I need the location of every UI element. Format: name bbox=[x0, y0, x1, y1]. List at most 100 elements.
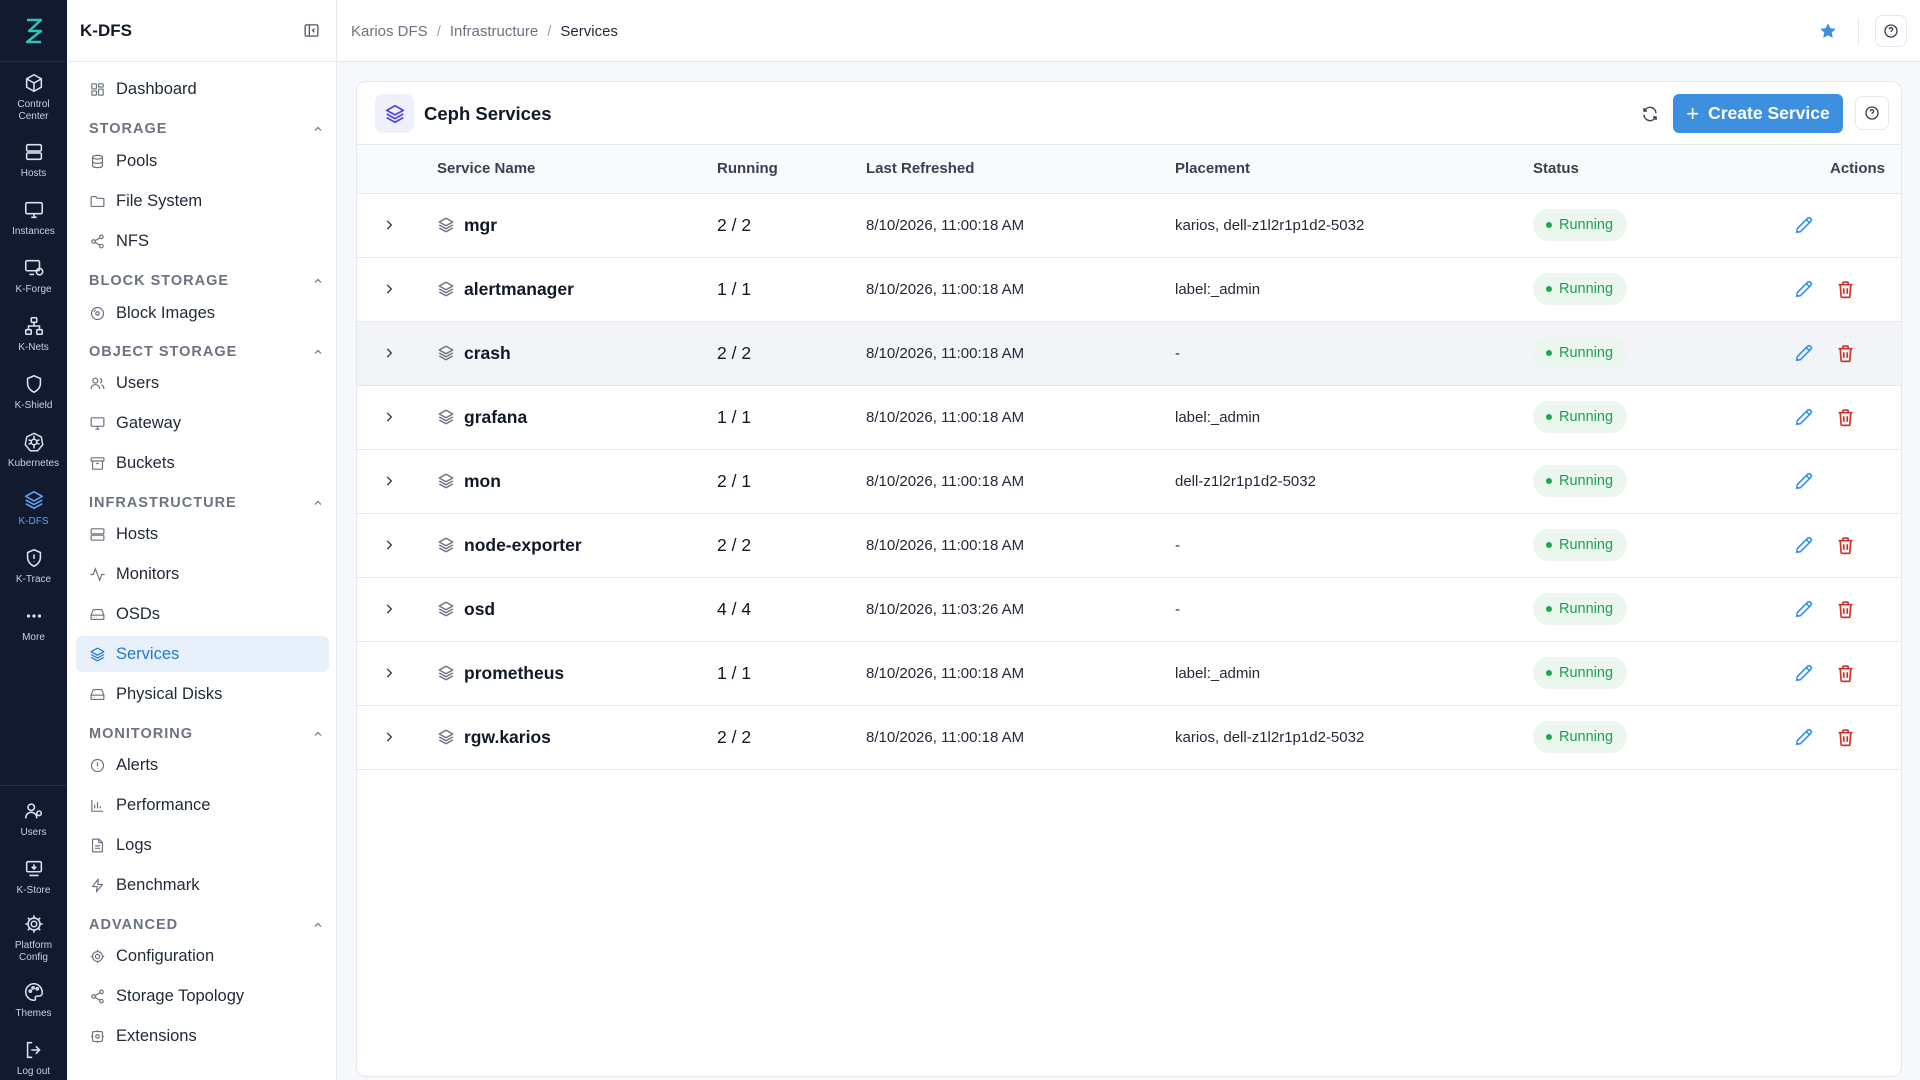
sidebar-item-gateway[interactable]: Gateway bbox=[76, 405, 329, 441]
collapse-sidebar-button[interactable] bbox=[298, 18, 324, 44]
table-row[interactable]: alertmanager 1 / 1 8/10/2026, 11:00:18 AM l… bbox=[357, 257, 1901, 321]
table-row[interactable]: mon 2 / 1 8/10/2026, 11:00:18 AM dell-z1l2r… bbox=[357, 449, 1901, 513]
rail-item-k-store[interactable]: K-Store bbox=[0, 858, 67, 897]
table-row[interactable]: prometheus 1 / 1 8/10/2026, 11:00:18 AM lab… bbox=[357, 641, 1901, 705]
edit-button[interactable] bbox=[1791, 276, 1817, 302]
rail-item-k-forge[interactable]: K-Forge bbox=[0, 257, 67, 296]
table-row[interactable]: mgr 2 / 2 8/10/2026, 11:00:18 AM karios, de… bbox=[357, 193, 1901, 257]
rail-item-kubernetes[interactable]: Kubernetes bbox=[0, 431, 67, 470]
table-row[interactable]: osd 4 / 4 8/10/2026, 11:03:26 AM - Running bbox=[357, 577, 1901, 641]
rail-item-hosts[interactable]: Hosts bbox=[0, 141, 67, 180]
sidebar-item-pools[interactable]: Pools bbox=[76, 143, 329, 179]
breadcrumb-root[interactable]: Karios DFS bbox=[351, 23, 428, 40]
edit-button[interactable] bbox=[1791, 212, 1817, 238]
delete-button[interactable] bbox=[1832, 404, 1858, 430]
edit-button[interactable] bbox=[1791, 596, 1817, 622]
sidebar-item-file-system[interactable]: File System bbox=[76, 183, 329, 219]
delete-button[interactable] bbox=[1832, 660, 1858, 686]
chevron-right-icon bbox=[386, 540, 393, 550]
breadcrumb-section[interactable]: Infrastructure bbox=[450, 23, 538, 40]
edit-button[interactable] bbox=[1791, 468, 1817, 494]
actions-cell bbox=[1783, 193, 1901, 257]
sidebar-item-hosts[interactable]: Hosts bbox=[76, 516, 329, 552]
sidebar-item-dashboard[interactable]: Dashboard bbox=[76, 71, 329, 107]
create-service-button[interactable]: + Create Service bbox=[1673, 94, 1843, 133]
service-name[interactable]: crash bbox=[464, 343, 511, 364]
delete-button[interactable] bbox=[1832, 596, 1858, 622]
service-name[interactable]: rgw.karios bbox=[464, 727, 551, 748]
column-header-status[interactable]: Status bbox=[1533, 145, 1783, 193]
edit-button[interactable] bbox=[1791, 660, 1817, 686]
rail-item-log-out[interactable]: Log out bbox=[0, 1039, 67, 1078]
sidebar-item-block-images[interactable]: Block Images bbox=[76, 295, 329, 331]
expand-row-button[interactable] bbox=[379, 663, 399, 683]
sidebar-item-osds[interactable]: OSDs bbox=[76, 596, 329, 632]
delete-button[interactable] bbox=[1832, 276, 1858, 302]
sidebar-item-configuration[interactable]: Configuration bbox=[76, 938, 329, 974]
service-name[interactable]: grafana bbox=[464, 407, 527, 428]
service-name[interactable]: prometheus bbox=[464, 663, 564, 684]
section-storage[interactable]: STORAGE bbox=[89, 119, 324, 139]
expand-row-button[interactable] bbox=[379, 343, 399, 363]
sidebar-item-monitors[interactable]: Monitors bbox=[76, 556, 329, 592]
sidebar-item-performance[interactable]: Performance bbox=[76, 787, 329, 823]
rail-item-more[interactable]: More bbox=[0, 605, 67, 644]
sidebar-item-physical-disks[interactable]: Physical Disks bbox=[76, 676, 329, 712]
expand-row-button[interactable] bbox=[379, 279, 399, 299]
card-help-button[interactable] bbox=[1855, 96, 1889, 130]
section-advanced[interactable]: ADVANCED bbox=[89, 915, 324, 935]
sidebar-item-users[interactable]: Users bbox=[76, 365, 329, 401]
rail-item-platform-config[interactable]: Platform Config bbox=[0, 913, 67, 964]
edit-button[interactable] bbox=[1791, 404, 1817, 430]
delete-button[interactable] bbox=[1832, 340, 1858, 366]
column-header-placement[interactable]: Placement bbox=[1175, 145, 1533, 193]
sidebar-item-logs[interactable]: Logs bbox=[76, 827, 329, 863]
rail-item-users[interactable]: Users bbox=[0, 800, 67, 839]
sidebar-item-extensions[interactable]: Extensions bbox=[76, 1018, 329, 1054]
service-name[interactable]: osd bbox=[464, 599, 495, 620]
service-name[interactable]: alertmanager bbox=[464, 279, 574, 300]
expand-row-button[interactable] bbox=[379, 727, 399, 747]
help-button[interactable] bbox=[1875, 15, 1907, 47]
table-row[interactable]: node-exporter 2 / 2 8/10/2026, 11:00:18 AM… bbox=[357, 513, 1901, 577]
table-row[interactable]: rgw.karios 2 / 2 8/10/2026, 11:00:18 AM kar… bbox=[357, 705, 1901, 769]
favorite-button[interactable] bbox=[1814, 17, 1842, 45]
section-block-storage[interactable]: BLOCK STORAGE bbox=[89, 271, 324, 291]
sidebar-item-benchmark[interactable]: Benchmark bbox=[76, 867, 329, 903]
expand-row-button[interactable] bbox=[379, 599, 399, 619]
column-header-service-name[interactable]: Service Name bbox=[437, 145, 717, 193]
sidebar-item-storage-topology[interactable]: Storage Topology bbox=[76, 978, 329, 1014]
sidebar-item-buckets[interactable]: Buckets bbox=[76, 445, 329, 481]
table-row[interactable]: grafana 1 / 1 8/10/2026, 11:00:18 AM label:… bbox=[357, 385, 1901, 449]
section-object-storage[interactable]: OBJECT STORAGE bbox=[89, 342, 324, 362]
column-header-last-refreshed[interactable]: Last Refreshed bbox=[866, 145, 1175, 193]
section-infrastructure[interactable]: INFRASTRUCTURE bbox=[89, 493, 324, 513]
expand-row-button[interactable] bbox=[379, 407, 399, 427]
expand-row-button[interactable] bbox=[379, 215, 399, 235]
sidebar-item-nfs[interactable]: NFS bbox=[76, 223, 329, 259]
rail-item-instances[interactable]: Instances bbox=[0, 199, 67, 238]
delete-button[interactable] bbox=[1832, 724, 1858, 750]
expand-row-button[interactable] bbox=[379, 535, 399, 555]
edit-button[interactable] bbox=[1791, 532, 1817, 558]
service-name[interactable]: mgr bbox=[464, 215, 497, 236]
column-header-running[interactable]: Running bbox=[717, 145, 866, 193]
edit-button[interactable] bbox=[1791, 340, 1817, 366]
sidebar-item-alerts[interactable]: Alerts bbox=[76, 747, 329, 783]
rail-item-themes[interactable]: Themes bbox=[0, 981, 67, 1020]
rail-item-k-trace[interactable]: K-Trace bbox=[0, 547, 67, 586]
service-name[interactable]: node-exporter bbox=[464, 535, 582, 556]
expand-row-button[interactable] bbox=[379, 471, 399, 491]
rail-item-k-dfs[interactable]: K-DFS bbox=[0, 489, 67, 528]
edit-button[interactable] bbox=[1791, 724, 1817, 750]
table-row[interactable]: crash 2 / 2 8/10/2026, 11:00:18 AM - Running bbox=[357, 321, 1901, 385]
rail-item-control-center[interactable]: Control Center bbox=[0, 72, 67, 123]
app-logo[interactable] bbox=[0, 0, 67, 62]
sidebar-item-services[interactable]: Services bbox=[76, 636, 329, 672]
refresh-button[interactable] bbox=[1635, 99, 1665, 129]
rail-item-k-nets[interactable]: K-Nets bbox=[0, 315, 67, 354]
service-name[interactable]: mon bbox=[464, 471, 501, 492]
rail-item-k-shield[interactable]: K-Shield bbox=[0, 373, 67, 412]
section-monitoring[interactable]: MONITORING bbox=[89, 724, 324, 744]
delete-button[interactable] bbox=[1832, 532, 1858, 558]
